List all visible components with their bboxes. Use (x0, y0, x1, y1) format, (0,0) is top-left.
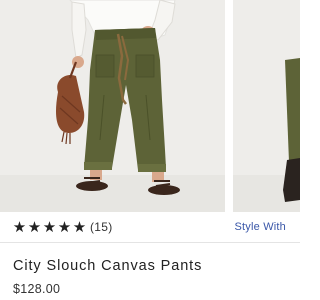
star-icon: ★ (42, 218, 57, 236)
product-price: $128.00 (13, 282, 61, 296)
product-image-next-peek[interactable] (233, 0, 300, 212)
star-icon: ★ (12, 218, 27, 236)
review-count-link[interactable]: (15) (90, 218, 113, 236)
rating-row: ★ ★ ★ ★ ★ (15) Style With (0, 212, 300, 243)
model-peek-illustration (233, 0, 300, 212)
star-icon: ★ (27, 218, 42, 236)
product-title: City Slouch Canvas Pants (13, 258, 203, 274)
star-rating[interactable]: ★ ★ ★ ★ ★ (12, 218, 87, 236)
section-divider (0, 242, 300, 243)
product-page: ★ ★ ★ ★ ★ (15) Style With City Slouch Ca… (0, 0, 300, 300)
model-wearing-pants-illustration (0, 0, 225, 212)
product-image-carousel[interactable] (0, 0, 300, 212)
style-with-link[interactable]: Style With (234, 218, 286, 236)
star-icon: ★ (57, 218, 72, 236)
star-icon: ★ (72, 218, 87, 236)
product-image-main[interactable] (0, 0, 225, 212)
